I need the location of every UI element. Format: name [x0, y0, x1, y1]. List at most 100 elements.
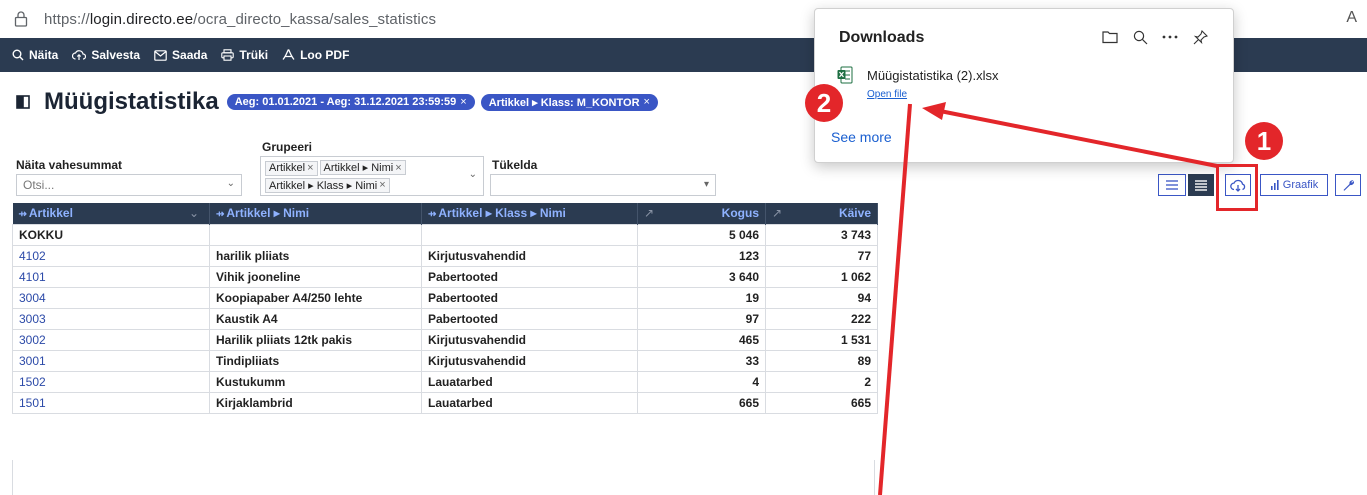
article-name-cell: Tindipliiats: [209, 349, 422, 372]
article-class-cell: Pabertooted: [421, 307, 638, 330]
split-select[interactable]: ▾: [490, 174, 716, 196]
article-class-cell: Kirjutusvahendid: [421, 349, 638, 372]
article-class-cell: Lauatarbed: [421, 391, 638, 414]
show-button[interactable]: Näita: [12, 48, 58, 62]
screen: { "browser": { "url_prefix": "https://",…: [0, 0, 1367, 495]
graph-button[interactable]: Graafik: [1260, 174, 1328, 196]
group-tag[interactable]: Artikkel ▸ Nimi ×: [319, 160, 406, 175]
table-row[interactable]: 1501 Kirjaklambrid Lauatarbed 665 665: [12, 391, 878, 414]
table-row[interactable]: 4101 Vihik jooneline Pabertooted 3 640 1 062: [12, 265, 878, 288]
chevron-down-icon[interactable]: ⌄: [189, 206, 199, 220]
table-icon: [1195, 180, 1207, 191]
turnover-cell: 222: [765, 307, 878, 330]
close-icon[interactable]: ×: [395, 162, 401, 174]
article-code-cell[interactable]: 3003: [12, 307, 210, 330]
article-code-cell[interactable]: 4102: [12, 244, 210, 267]
article-class-cell: Kirjutusvahendid: [421, 244, 638, 267]
group-select[interactable]: Artikkel × Artikkel ▸ Nimi × Artikkel ▸ Kla…: [260, 156, 484, 196]
settings-button[interactable]: [1335, 174, 1361, 196]
quantity-cell: 97: [637, 307, 766, 330]
see-more-link[interactable]: See more: [831, 129, 892, 145]
book-icon[interactable]: [16, 95, 30, 109]
pin-icon[interactable]: [1187, 27, 1213, 47]
group-label: Grupeeri: [262, 140, 313, 154]
table-view-button[interactable]: [1188, 174, 1214, 196]
column-header-kaive[interactable]: ↗ Käive: [765, 203, 878, 224]
caret-down-icon: ▾: [703, 179, 709, 190]
url-prefix: https://: [44, 10, 90, 28]
excel-file-icon: [837, 66, 853, 84]
quantity-cell: 19: [637, 286, 766, 309]
article-code-cell[interactable]: 1502: [12, 370, 210, 393]
close-icon[interactable]: ×: [460, 96, 466, 108]
turnover-cell: 77: [765, 244, 878, 267]
pin-icon[interactable]: ⇸: [19, 209, 27, 220]
group-tag[interactable]: Artikkel ×: [265, 160, 318, 176]
column-label: Kogus: [721, 206, 759, 221]
reader-mode-icon[interactable]: A: [1346, 9, 1357, 27]
total-label: KOKKU: [12, 223, 210, 246]
article-name-cell: harilik pliiats: [209, 244, 422, 267]
show-label: Näita: [29, 48, 59, 62]
group-tag[interactable]: Artikkel ▸ Klass ▸ Nimi ×: [265, 177, 390, 193]
column-header-kogus[interactable]: ↗ Kogus: [637, 203, 766, 224]
more-icon[interactable]: [1157, 27, 1183, 47]
article-name-cell: Harilik pliiats 12tk pakis: [209, 328, 422, 351]
table-row[interactable]: 3002 Harilik pliiats 12tk pakis Kirjutusva…: [12, 328, 878, 351]
article-class-cell: Lauatarbed: [421, 370, 638, 393]
list-view-button[interactable]: [1158, 174, 1186, 196]
table-row[interactable]: 3004 Koopiapaber A4/250 lehte Pabertooted 1…: [12, 286, 878, 309]
wrench-icon[interactable]: ↗: [772, 206, 782, 220]
search-icon: [12, 49, 24, 61]
pin-icon[interactable]: ⇸: [216, 209, 224, 220]
class-filter-chip[interactable]: Artikkel ▸ Klass: M_KONTOR ×: [480, 93, 658, 111]
article-name-cell: Koopiapaber A4/250 lehte: [209, 286, 422, 309]
wrench-icon[interactable]: ↗: [644, 206, 654, 220]
article-code-cell[interactable]: 3001: [12, 349, 210, 372]
send-button[interactable]: Saada: [154, 48, 207, 62]
quantity-cell: 33: [637, 349, 766, 372]
article-code-cell[interactable]: 1501: [12, 391, 210, 414]
turnover-cell: 665: [765, 391, 878, 414]
column-label: Artikkel ▸ Klass ▸ Nimi: [438, 206, 566, 221]
chevron-down-icon: ⌄: [226, 178, 235, 189]
table-row[interactable]: 4102 harilik pliiats Kirjutusvahendid 123 77: [12, 244, 878, 267]
close-icon[interactable]: ×: [307, 162, 313, 174]
column-header-artikkel[interactable]: ⇸ Artikkel ⌄: [12, 203, 210, 224]
search-icon[interactable]: [1127, 27, 1153, 47]
save-button[interactable]: Salvesta: [72, 48, 140, 62]
column-header-klass[interactable]: ⇸ Artikkel ▸ Klass ▸ Nimi: [421, 203, 638, 224]
url-text[interactable]: https://login.directo.ee/ocra_directo_ka…: [44, 11, 436, 28]
article-class-cell: Pabertooted: [421, 286, 638, 309]
quantity-cell: 4: [637, 370, 766, 393]
download-item[interactable]: Müügistatistika (2).xlsx: [837, 66, 998, 84]
turnover-cell: 1 062: [765, 265, 878, 288]
article-code-cell[interactable]: 4101: [12, 265, 210, 288]
column-label: Käive: [838, 206, 871, 221]
create-pdf-button[interactable]: Loo PDF: [282, 48, 349, 62]
subtotals-select[interactable]: Otsi... ⌄: [16, 174, 242, 196]
article-code-cell[interactable]: 3004: [12, 286, 210, 309]
page-title: Müügistatistika: [44, 88, 219, 115]
table-row[interactable]: 1502 Kustukumm Lauatarbed 4 2: [12, 370, 878, 393]
article-code-cell[interactable]: 3002: [12, 328, 210, 351]
title-row: Müügistatistika Aeg: 01.01.2021 - Aeg: 3…: [16, 88, 664, 116]
close-icon[interactable]: ×: [379, 179, 385, 191]
print-button[interactable]: Trüki: [221, 48, 268, 62]
group-tag-label: Artikkel ▸ Klass ▸ Nimi: [269, 179, 378, 192]
printer-icon: [221, 49, 235, 61]
turnover-cell: 89: [765, 349, 878, 372]
folder-icon[interactable]: [1097, 27, 1123, 47]
quantity-cell: 665: [637, 391, 766, 414]
column-header-nimi[interactable]: ⇸ Artikkel ▸ Nimi: [209, 203, 422, 224]
turnover-cell: 94: [765, 286, 878, 309]
group-tag-label: Artikkel ▸ Nimi: [323, 162, 394, 174]
open-file-link[interactable]: Open file: [867, 89, 907, 100]
table-row[interactable]: 3001 Tindipliiats Kirjutusvahendid 33 89: [12, 349, 878, 372]
pin-icon[interactable]: ⇸: [428, 209, 436, 220]
table-row[interactable]: 3003 Kaustik A4 Pabertooted 97 222: [12, 307, 878, 330]
close-icon[interactable]: ×: [644, 96, 650, 108]
wrench-icon: [1343, 179, 1354, 191]
quantity-cell: 465: [637, 328, 766, 351]
date-filter-chip[interactable]: Aeg: 01.01.2021 - Aeg: 31.12.2021 23:59:…: [226, 94, 475, 110]
